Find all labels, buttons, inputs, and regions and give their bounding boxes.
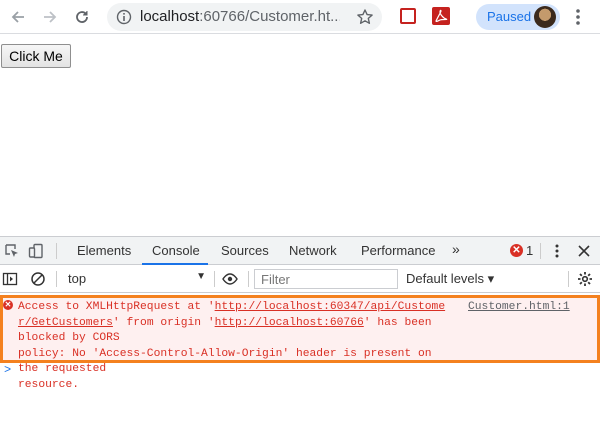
divider <box>248 271 249 287</box>
pdf-icon[interactable] <box>432 7 450 25</box>
divider <box>56 243 57 259</box>
filter-input[interactable] <box>254 269 398 289</box>
more-tabs-button[interactable]: » <box>452 241 460 257</box>
device-toolbar-icon[interactable] <box>28 243 44 259</box>
error-url-link[interactable]: http://localhost:60347/api/Custome <box>215 301 446 313</box>
click-me-button[interactable]: Click Me <box>1 44 71 68</box>
forward-arrow-icon[interactable] <box>38 5 62 29</box>
error-text-segment: policy: No 'Access-Control-Allow-Origin'… <box>18 347 432 376</box>
reload-icon[interactable] <box>70 5 94 29</box>
divider <box>56 271 57 287</box>
devtools-menu-icon[interactable] <box>551 243 563 259</box>
error-icon[interactable]: ✕ <box>510 244 523 257</box>
star-icon[interactable] <box>356 8 374 26</box>
devtools-tabbar: Elements Console Sources Network Perform… <box>0 237 600 265</box>
url-text: localhost:60766/Customer.ht... <box>140 8 340 25</box>
console-prompt[interactable]: > <box>4 363 11 377</box>
error-text-segment: Access to XMLHttpRequest at ' <box>18 301 215 313</box>
context-value: top <box>68 271 87 286</box>
url-path: :60766/Customer.ht... <box>199 8 340 25</box>
avatar <box>534 6 556 28</box>
address-bar[interactable]: localhost:60766/Customer.ht... <box>107 3 382 31</box>
inspect-element-icon[interactable] <box>4 243 20 259</box>
eye-icon[interactable] <box>222 271 238 287</box>
divider <box>214 271 215 287</box>
context-selector[interactable]: top ▼ <box>62 269 210 289</box>
error-text: Access to XMLHttpRequest at 'http://loca… <box>18 300 458 393</box>
console-toolbar: top ▼ Default levels ▾ <box>0 265 600 293</box>
sidebar-toggle-icon[interactable] <box>2 271 18 287</box>
chevron-down-icon: ▼ <box>196 271 206 282</box>
tab-sources[interactable]: Sources <box>221 243 269 258</box>
browser-toolbar: localhost:60766/Customer.ht... Paused <box>0 0 600 34</box>
error-icon: ✕ <box>3 300 13 310</box>
url-host: localhost <box>140 8 200 25</box>
error-text-segment: resource. <box>18 378 80 391</box>
profile-button[interactable]: Paused <box>476 4 560 30</box>
more-icon[interactable] <box>572 7 584 27</box>
log-levels-dropdown[interactable]: Default levels ▾ <box>406 271 494 287</box>
error-url-link-continued[interactable]: r/GetCustomers <box>18 317 113 329</box>
tab-elements[interactable]: Elements <box>77 243 131 258</box>
close-icon[interactable] <box>576 243 592 259</box>
divider <box>540 243 541 259</box>
tab-performance[interactable]: Performance <box>361 243 435 258</box>
back-arrow-icon[interactable] <box>6 5 30 29</box>
clear-console-icon[interactable] <box>30 271 46 287</box>
divider <box>568 271 569 287</box>
pocket-icon[interactable] <box>400 8 416 24</box>
origin-link[interactable]: http://localhost:60766 <box>215 317 364 329</box>
error-text-segment: ' from origin ' <box>112 316 215 329</box>
profile-label: Paused <box>487 9 532 24</box>
tab-network[interactable]: Network <box>289 243 337 258</box>
console-error-message: ✕ Access to XMLHttpRequest at 'http://lo… <box>0 295 600 391</box>
devtools-panel: Elements Console Sources Network Perform… <box>0 236 600 437</box>
error-count[interactable]: 1 <box>526 243 533 258</box>
error-source-link[interactable]: Customer.html:1 <box>468 300 588 316</box>
tab-console[interactable]: Console <box>152 243 200 258</box>
info-icon[interactable] <box>116 9 132 25</box>
source-file-label: Customer.html:1 <box>468 301 570 313</box>
gear-icon[interactable] <box>577 271 593 287</box>
